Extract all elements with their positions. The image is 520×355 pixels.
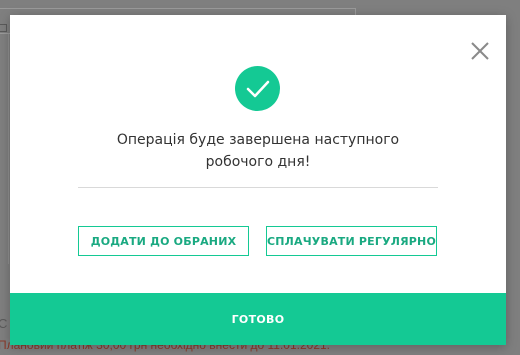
- message-line-1: Операція буде завершена наступного: [116, 132, 400, 148]
- background-divider: [0, 34, 9, 264]
- confirmation-message: Операція буде завершена наступного робоч…: [10, 129, 506, 173]
- done-button[interactable]: ГОТОВО: [10, 293, 506, 345]
- background-text-fragment: С: [0, 316, 8, 331]
- success-modal: Операція буде завершена наступного робоч…: [10, 15, 506, 345]
- pay-regularly-button[interactable]: СПЛАЧУВАТИ РЕГУЛЯРНО: [266, 226, 437, 256]
- background-calendar-icon: [0, 24, 7, 32]
- divider: [78, 187, 438, 188]
- add-to-favorites-button[interactable]: ДОДАТИ ДО ОБРАНИХ: [78, 226, 249, 256]
- check-circle-icon: [235, 66, 280, 111]
- message-line-2: робочого дня!: [205, 154, 311, 170]
- close-icon[interactable]: [468, 39, 492, 63]
